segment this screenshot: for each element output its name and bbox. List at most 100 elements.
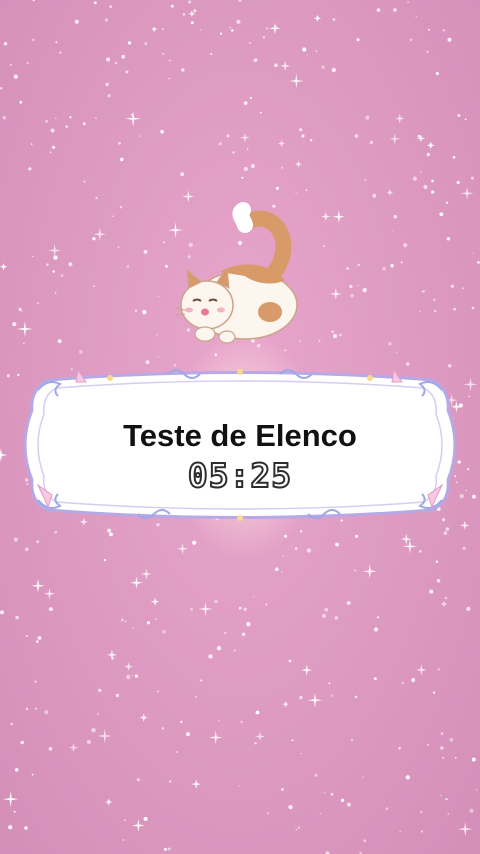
sparkle-dot [218, 142, 222, 146]
sparkle-dot [466, 606, 471, 612]
sparkle-dot [119, 206, 123, 209]
sparkle-dot [12, 322, 17, 327]
sparkle-star [280, 60, 291, 72]
sparkle-dot [243, 101, 248, 105]
sparkle-dot [92, 237, 96, 241]
sparkle-dot [107, 93, 111, 98]
sparkle-dot [255, 710, 260, 715]
sparkle-dot [240, 720, 243, 724]
sparkle-dot [219, 32, 223, 35]
sparkle-dot [420, 810, 423, 814]
sparkle-dot [45, 119, 48, 123]
sparkle-dot [362, 776, 364, 778]
sparkle-dot [32, 0, 35, 2]
sparkle-dot [409, 38, 413, 42]
sparkle-dot [346, 802, 351, 807]
sparkle-dot [354, 569, 357, 572]
sparkle-dot [328, 682, 331, 685]
sparkle-dot [275, 567, 279, 571]
sparkle-dot [281, 571, 283, 573]
sparkle-dot [250, 164, 255, 168]
sparkle-dot [415, 16, 417, 18]
sparkle-dot [398, 747, 401, 750]
sparkle-dot [126, 674, 131, 680]
sparkle-dot [210, 53, 213, 55]
sparkle-dot [216, 646, 222, 651]
sparkle-dot [462, 546, 466, 550]
sparkle-dot [433, 298, 436, 302]
sparkle-star [255, 731, 266, 742]
sparkle-dot [471, 757, 476, 762]
sparkle-dot [231, 29, 234, 32]
sparkle-dot [354, 134, 358, 138]
sparkle-dot [288, 659, 292, 663]
sparkle-star [269, 22, 281, 34]
sparkle-dot [243, 166, 248, 172]
sparkle-dot [236, 19, 241, 24]
sparkle-dot [229, 26, 232, 29]
sparkle-dot [162, 630, 166, 634]
sparkle-dot [55, 117, 57, 120]
sparkle-dot [28, 167, 32, 171]
sparkle-dot [354, 695, 358, 699]
sparkle-dot [134, 309, 138, 312]
sparkle-dot [435, 71, 439, 76]
sparkle-dot [182, 13, 186, 16]
cat-icon [174, 202, 298, 344]
sparkle-star [191, 779, 201, 789]
sparkle-dot [310, 139, 313, 142]
sparkle-star [362, 564, 377, 579]
sparkle-star [427, 141, 435, 150]
sparkle-dot [431, 179, 434, 183]
sparkle-dot [125, 70, 129, 74]
timer-display: 05:25 [187, 455, 293, 496]
sparkle-dot [109, 532, 113, 537]
sparkle-dot [440, 732, 444, 735]
sparkle-dot [2, 116, 6, 120]
sparkle-dot [188, 0, 192, 4]
sparkle-dot [238, 0, 242, 2]
sparkle-dot [288, 805, 293, 810]
sparkle-dot [82, 122, 86, 126]
sparkle-dot [426, 50, 429, 53]
sparkle-dot [53, 255, 58, 260]
sparkle-dot [319, 812, 321, 815]
sparkle-dot [351, 738, 353, 741]
sparkle-dot [55, 292, 57, 294]
sparkle-dot [407, 1, 409, 3]
sparkle-dot [396, 351, 398, 353]
sparkle-dot [23, 342, 25, 345]
sparkle-dot [266, 812, 269, 815]
sparkle-dot [335, 542, 339, 547]
sparkle-dot [297, 826, 300, 829]
sparkle-dot [427, 744, 429, 746]
sparkle-star [332, 210, 346, 224]
sparkle-dot [24, 826, 28, 830]
sparkle-dot [306, 548, 312, 553]
sparkle-dot [346, 601, 351, 605]
sparkle-dot [377, 616, 380, 619]
sparkle-dot [79, 350, 83, 354]
sparkle-dot [10, 722, 13, 726]
sparkle-dot [37, 636, 42, 640]
sparkle-dot [120, 157, 124, 162]
sparkle-dot [469, 808, 474, 813]
sparkle-dot [157, 296, 160, 298]
sparkle-dot [364, 179, 367, 181]
sparkle-dot [254, 742, 257, 745]
sparkle-dot [167, 847, 171, 851]
sparkle-dot [449, 738, 454, 742]
sparkle-dot [427, 28, 431, 31]
sparkle-dot [208, 654, 213, 659]
sparkle-dot [450, 284, 454, 288]
sparkle-dot [214, 600, 218, 604]
sparkle-dot [74, 19, 79, 24]
sparkle-dot [315, 50, 318, 52]
sparkle-dot [156, 334, 158, 336]
sparkle-star [139, 713, 148, 722]
sparkle-dot [163, 847, 167, 851]
sparkle-dot [169, 780, 172, 783]
sparkle-dot [36, 540, 39, 543]
sparkle-dot [117, 246, 120, 249]
sparkle-dot [193, 9, 197, 13]
